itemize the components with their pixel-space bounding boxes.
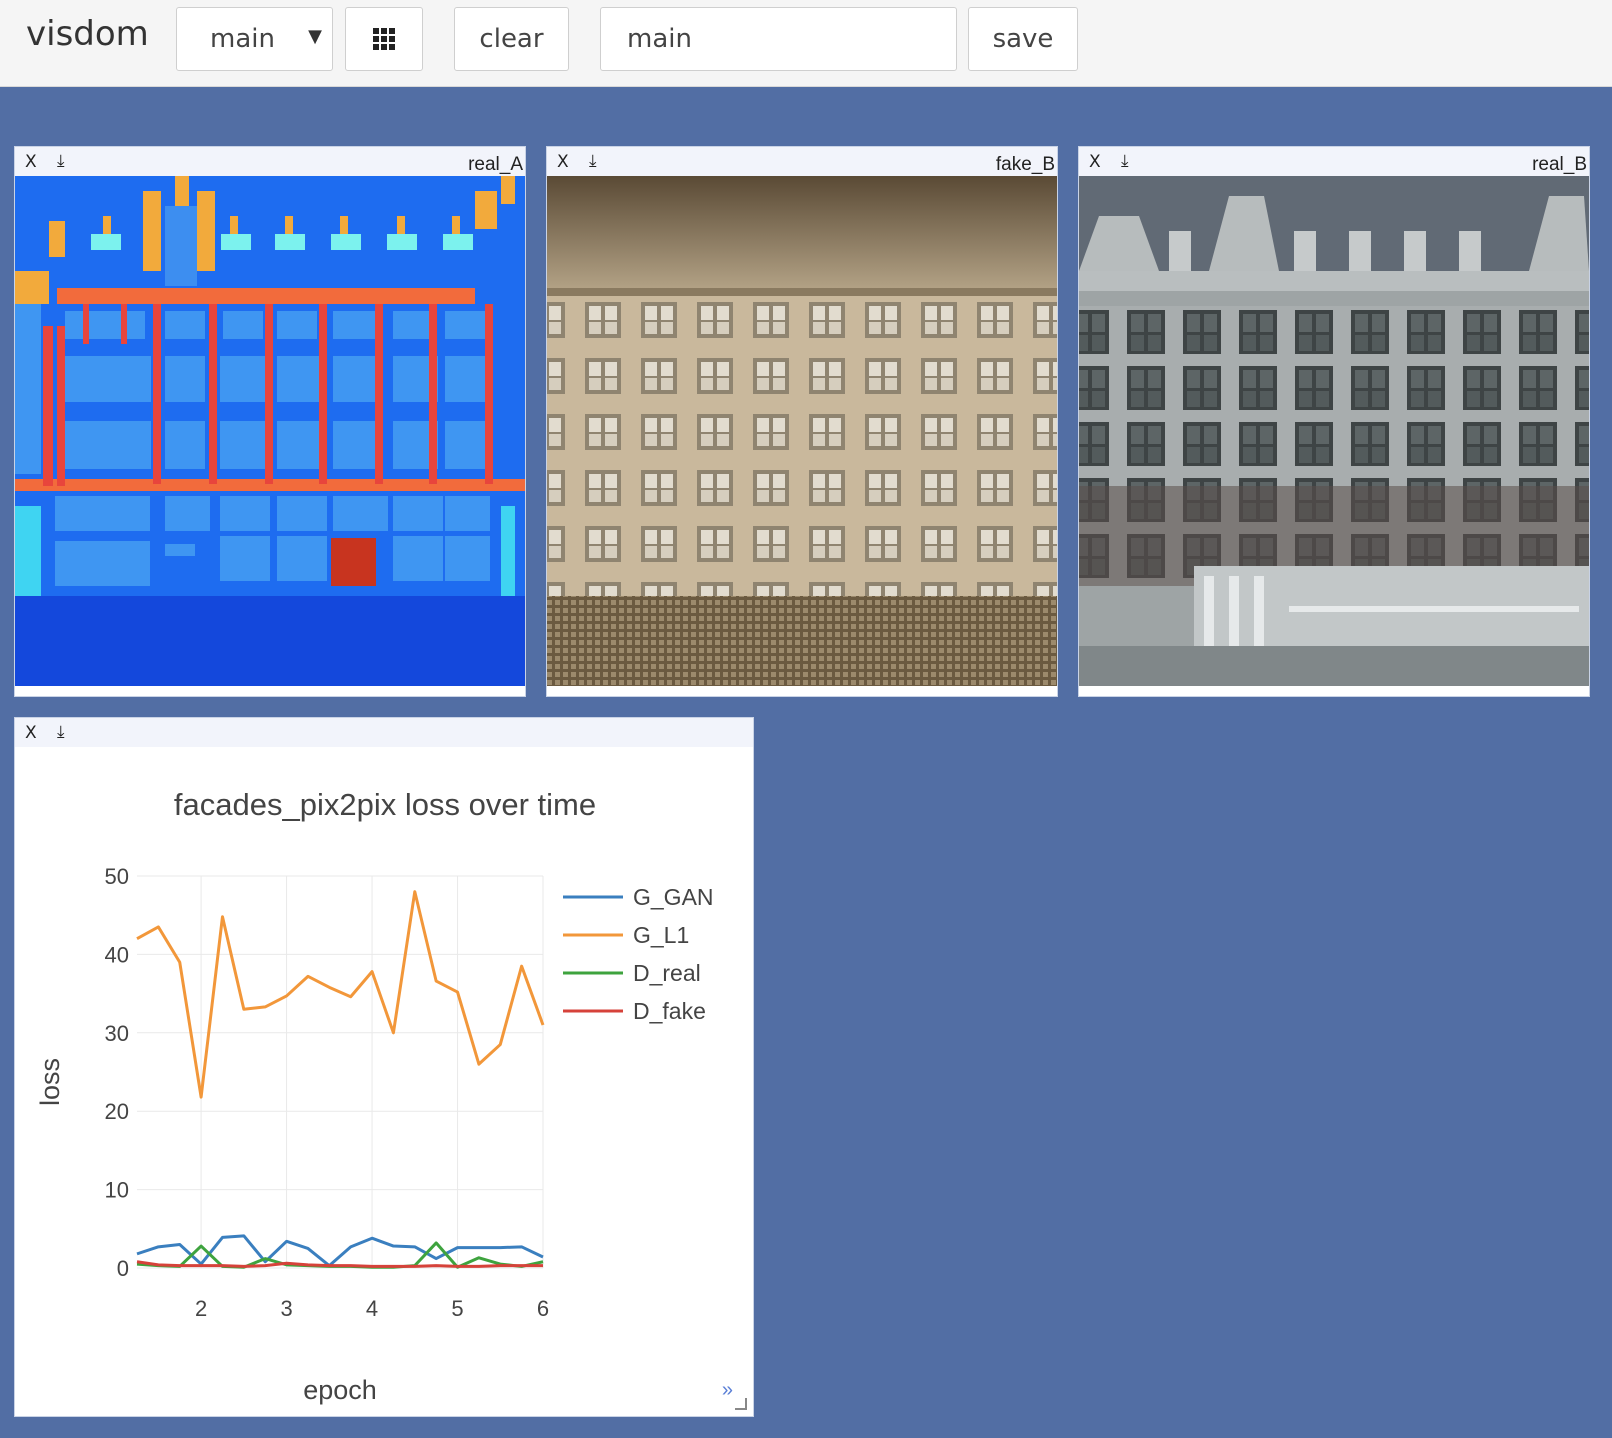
clear-button[interactable]: clear xyxy=(454,7,569,71)
chart-legend[interactable]: G_GAN G_L1 D_real D_fake xyxy=(563,884,714,1024)
environment-name-input[interactable]: main xyxy=(600,7,957,71)
legend-item[interactable]: G_L1 xyxy=(563,922,689,948)
y-tick-label: 20 xyxy=(105,1099,129,1124)
legend-item[interactable]: D_fake xyxy=(563,998,706,1024)
axis-ticks: 0 10 20 30 40 50 2 3 4 5 6 xyxy=(105,864,550,1321)
fake-b-image xyxy=(547,176,1057,686)
y-tick-label: 40 xyxy=(105,942,129,967)
download-icon[interactable]: ⤓ xyxy=(589,151,597,171)
y-tick-label: 30 xyxy=(105,1021,129,1046)
plot-pane-loss[interactable]: X ⤓ facades_pix2pix loss over time 0 10 20… xyxy=(14,717,754,1417)
resize-handle[interactable] xyxy=(735,1398,747,1410)
real-a-image xyxy=(15,176,525,686)
download-icon[interactable]: ⤓ xyxy=(57,151,65,171)
brand-logo: visdom xyxy=(26,14,149,54)
pane-header: X ⤓ fake_B xyxy=(547,147,1057,176)
x-tick-label: 6 xyxy=(537,1296,549,1321)
image-pane-real-a[interactable]: X ⤓ real_A xyxy=(14,146,526,697)
y-tick-label: 50 xyxy=(105,864,129,889)
close-icon[interactable]: X xyxy=(1089,152,1101,172)
x-tick-label: 2 xyxy=(195,1296,207,1321)
image-pane-real-b[interactable]: X ⤓ real_B xyxy=(1078,146,1590,697)
environment-select-value: main xyxy=(210,24,275,54)
pane-header: X ⤓ real_A xyxy=(15,147,525,176)
x-axis-label: epoch xyxy=(303,1375,377,1405)
loss-line-chart: facades_pix2pix loss over time 0 10 20 30 40… xyxy=(35,787,714,1405)
save-button[interactable]: save xyxy=(968,7,1078,71)
view-grid-button[interactable] xyxy=(345,7,423,71)
download-icon[interactable]: ⤓ xyxy=(57,722,65,742)
top-toolbar: visdom main ▼ clear main save xyxy=(0,0,1612,87)
caret-down-icon: ▼ xyxy=(308,26,322,47)
y-tick-label: 0 xyxy=(117,1256,129,1281)
y-tick-label: 10 xyxy=(105,1178,129,1203)
real-b-image xyxy=(1079,176,1589,686)
x-tick-label: 3 xyxy=(280,1296,292,1321)
image-pane-fake-b[interactable]: X ⤓ fake_B xyxy=(546,146,1058,697)
x-tick-label: 5 xyxy=(451,1296,463,1321)
legend-label: D_real xyxy=(633,960,701,986)
pane-title: real_A xyxy=(468,154,523,175)
legend-item[interactable]: G_GAN xyxy=(563,884,714,910)
download-icon[interactable]: ⤓ xyxy=(1121,151,1129,171)
close-icon[interactable]: X xyxy=(25,152,37,172)
pane-header: X ⤓ real_B xyxy=(1079,147,1589,176)
legend-label: G_GAN xyxy=(633,884,714,910)
series-lines xyxy=(136,890,545,1269)
pane-header: X ⤓ xyxy=(15,718,753,747)
pane-title: fake_B xyxy=(995,154,1055,175)
legend-label: G_L1 xyxy=(633,922,689,948)
series-line-g-l1 xyxy=(136,890,545,1099)
close-icon[interactable]: X xyxy=(557,152,569,172)
y-axis-label: loss xyxy=(35,1058,65,1106)
x-tick-label: 4 xyxy=(366,1296,378,1321)
legend-item[interactable]: D_real xyxy=(563,960,701,986)
environment-select[interactable]: main ▼ xyxy=(176,7,333,71)
close-icon[interactable]: X xyxy=(25,723,37,743)
grid-icon xyxy=(373,28,395,50)
legend-label: D_fake xyxy=(633,998,706,1024)
expand-more-icon[interactable]: » xyxy=(722,1379,733,1402)
pane-title: real_B xyxy=(1532,154,1587,175)
chart-title: facades_pix2pix loss over time xyxy=(174,787,596,822)
